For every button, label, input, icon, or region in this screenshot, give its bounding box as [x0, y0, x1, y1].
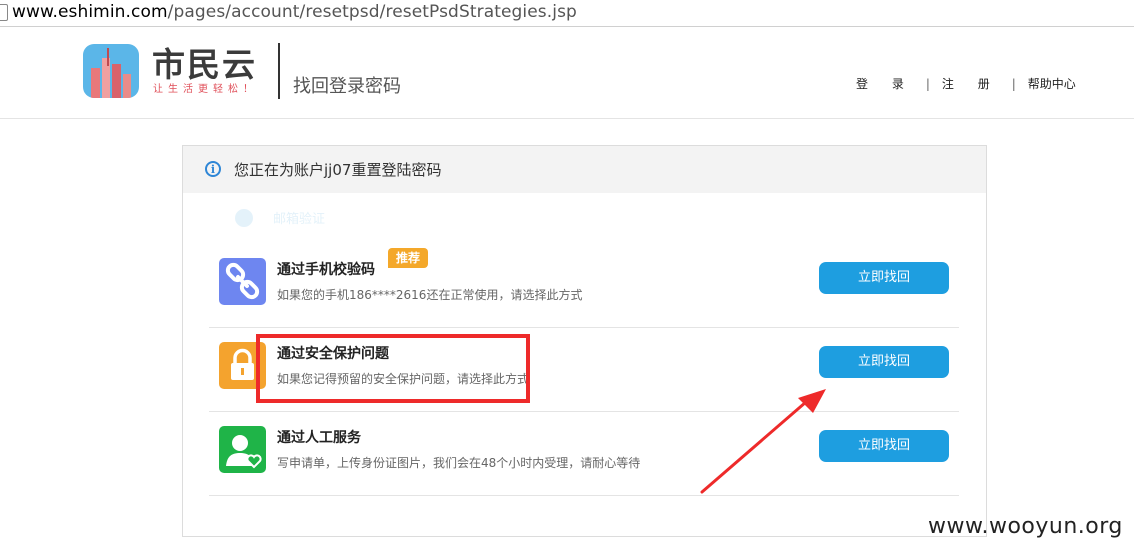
- watermark-text: www.wooyun.org: [928, 514, 1123, 539]
- annotation-arrow: [700, 389, 826, 494]
